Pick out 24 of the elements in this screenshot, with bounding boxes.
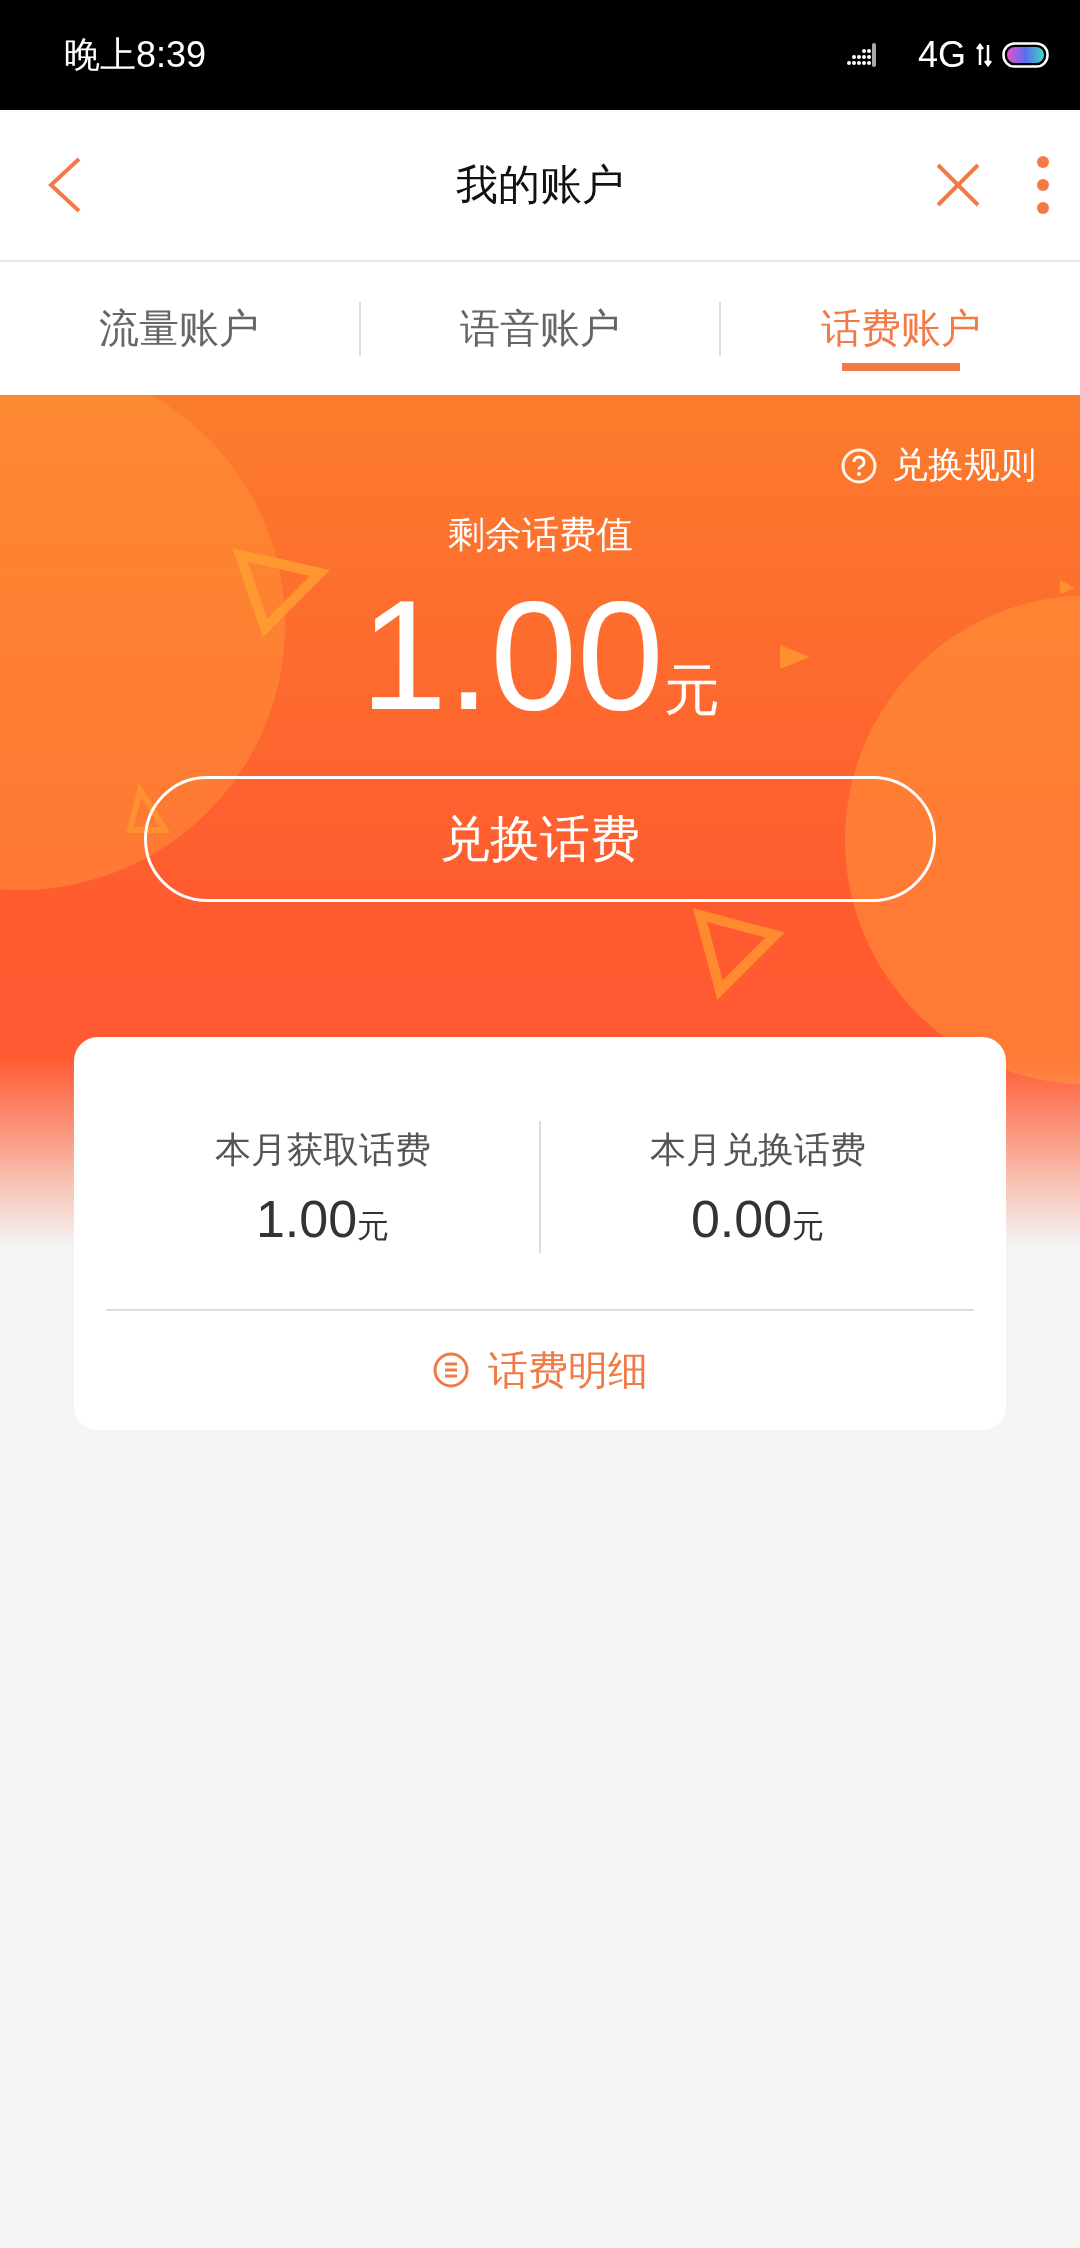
list-icon xyxy=(432,1351,470,1389)
stat-label: 本月获取话费 xyxy=(214,1127,431,1172)
tab[interactable]: 话费账户 xyxy=(721,262,1080,395)
page-title: 我的账户 xyxy=(456,160,624,210)
stat-amount: 1.00 xyxy=(255,1188,358,1249)
battery-icon xyxy=(1002,42,1052,68)
data-arrows-icon xyxy=(976,43,992,67)
balance-amount: 1.00 xyxy=(360,570,664,740)
stat-label: 本月兑换话费 xyxy=(649,1127,866,1172)
stat-unit: 元 xyxy=(792,1206,825,1246)
close-icon[interactable] xyxy=(935,162,981,208)
help-icon xyxy=(840,446,878,485)
redeem-button[interactable]: 兑换话费 xyxy=(144,776,936,902)
more-icon[interactable] xyxy=(1036,155,1050,215)
balance-label: 剩余话费值 xyxy=(447,513,633,557)
details-link[interactable]: 话费明细 xyxy=(432,1311,648,1429)
tab[interactable]: 流量账户 xyxy=(0,262,359,395)
tab[interactable]: 语音账户 xyxy=(360,262,720,395)
network-label: 4G xyxy=(917,34,966,76)
rules-link[interactable]: 兑换规则 xyxy=(840,441,1036,490)
balance-unit: 元 xyxy=(663,657,720,723)
stat-unit: 元 xyxy=(357,1206,390,1246)
stat-amount: 0.00 xyxy=(690,1188,793,1249)
status-time: 晚上8:39 xyxy=(64,32,207,77)
